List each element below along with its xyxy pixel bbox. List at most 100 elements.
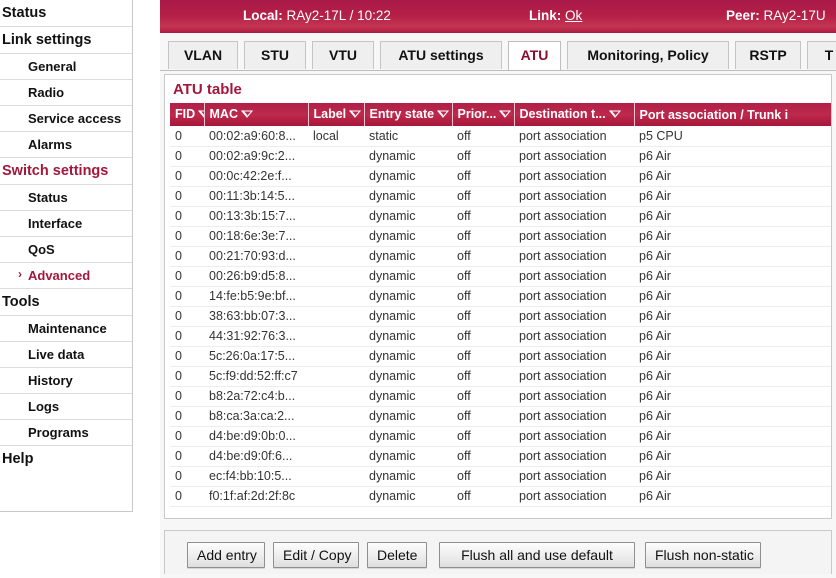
sidebar-item-switch-settings[interactable]: Switch settings [0, 158, 132, 185]
tab-atu-settings[interactable]: ATU settings [380, 41, 502, 69]
table-row[interactable]: 0 00:02:a9:9c:2... dynamic off port associat… [170, 146, 831, 167]
table-row[interactable]: 0 00:13:3b:15:7... dynamic off port associat… [170, 206, 831, 227]
table-row[interactable]: 0 00:11:3b:14:5... dynamic off port associat… [170, 186, 831, 207]
topbar-local-label: Local: [243, 8, 283, 23]
table-row[interactable]: 0 00:0c:42:2e:f... dynamic off port associat… [170, 166, 831, 187]
table-row[interactable]: 0 38:63:bb:07:3... dynamic off port associat… [170, 306, 831, 327]
cell-mac: 5c:26:0a:17:5... [204, 346, 308, 367]
table-row[interactable]: 0 00:02:a9:60:8... local static off port asso… [170, 126, 831, 147]
column-header-fid[interactable]: FID [170, 103, 205, 126]
column-header-state[interactable]: Entry state [364, 103, 453, 126]
sidebar-item-history[interactable]: History [0, 368, 132, 394]
cell-label [308, 206, 364, 227]
tab-label: Monitoring, Policy [587, 47, 709, 63]
tab-rstp[interactable]: RSTP [735, 41, 801, 69]
sidebar-item-live-data[interactable]: Live data [0, 342, 132, 368]
tab-atu[interactable]: ATU [508, 41, 561, 70]
column-header-label[interactable]: Label [308, 103, 365, 126]
sort-icon[interactable] [348, 108, 362, 122]
table-row[interactable]: 0 00:18:6e:3e:7... dynamic off port associat… [170, 226, 831, 247]
table-row[interactable]: 0 5c:f9:dd:52:ff:c7 dynamic off port associa… [170, 366, 831, 387]
cell-label [308, 386, 364, 407]
sidebar-item-label: Maintenance [28, 321, 107, 336]
sidebar-item-advanced[interactable]: › Advanced [0, 263, 132, 289]
action-button-bar: Add entry Edit / Copy Delete Flush all and … [164, 530, 832, 574]
sidebar-item-interface[interactable]: Interface [0, 211, 132, 237]
sidebar-item-alarms[interactable]: Alarms [0, 132, 132, 158]
topbar-peer: Peer: RAy2-17U [726, 8, 826, 23]
cell-label [308, 486, 364, 507]
tab-monitoring-policy[interactable]: Monitoring, Policy [567, 41, 729, 69]
flush-non-static-button[interactable]: Flush non-static [645, 542, 761, 568]
add-entry-button[interactable]: Add entry [187, 542, 265, 568]
column-header-label: Prior... [457, 107, 497, 121]
tab-vlan[interactable]: VLAN [168, 41, 238, 69]
edit-copy-button[interactable]: Edit / Copy [273, 542, 359, 568]
cell-port: p6 Air [634, 426, 831, 447]
sidebar-item-link-settings[interactable]: Link settings [0, 27, 132, 54]
table-row[interactable]: 0 5c:26:0a:17:5... dynamic off port associat… [170, 346, 831, 367]
cell-mac: 00:11:3b:14:5... [204, 186, 308, 207]
sidebar-item-status[interactable]: Status [0, 0, 132, 27]
sort-icon[interactable] [608, 108, 621, 122]
flush-all-and-use-default-button[interactable]: Flush all and use default [439, 542, 635, 568]
sidebar-item-status[interactable]: Status [0, 185, 132, 211]
cell-mac: d4:be:d9:0f:6... [204, 446, 308, 467]
column-header-dest[interactable]: Destination t... [514, 103, 635, 126]
sidebar-item-service-access[interactable]: Service access [0, 106, 132, 132]
sidebar-item-qos[interactable]: QoS [0, 237, 132, 263]
topbar-link-value[interactable]: Ok [565, 8, 582, 23]
sidebar-item-maintenance[interactable]: Maintenance [0, 316, 132, 342]
topbar-peer-label: Peer: [726, 8, 760, 23]
column-header-priority[interactable]: Prior... [452, 103, 515, 126]
cell-dest: port association [514, 146, 634, 167]
delete-button[interactable]: Delete [367, 542, 427, 568]
column-header-port[interactable]: Port association / Trunk i [634, 103, 831, 126]
table-row[interactable]: 0 d4:be:d9:0f:6... dynamic off port associat… [170, 446, 831, 467]
table-row[interactable]: 0 ec:f4:bb:10:5... dynamic off port associat… [170, 466, 831, 487]
cell-state: dynamic [364, 286, 452, 307]
topbar-link: Link: Ok [529, 8, 582, 23]
sidebar-item-help[interactable]: Help [0, 446, 132, 472]
table-row[interactable]: 0 b8:ca:3a:ca:2... dynamic off port associat… [170, 406, 831, 427]
sidebar-item-radio[interactable]: Radio [0, 80, 132, 106]
sidebar-item-label: Interface [28, 216, 83, 231]
tab-bar: VLAN STU VTU ATU settings ATU Monitoring, Pol… [160, 41, 836, 71]
tab-vtu[interactable]: VTU [312, 41, 374, 69]
cell-label [308, 286, 364, 307]
sort-icon[interactable] [436, 108, 450, 122]
cell-dest: port association [514, 466, 634, 487]
table-row[interactable]: 0 44:31:92:76:3... dynamic off port associat… [170, 326, 831, 347]
column-header-mac[interactable]: MAC [204, 103, 309, 126]
cell-mac: 00:18:6e:3e:7... [204, 226, 308, 247]
table-row[interactable]: 0 14:fe:b5:9e:bf... dynamic off port associa… [170, 286, 831, 307]
table-row[interactable]: 0 d4:be:d9:0b:0... dynamic off port associat… [170, 426, 831, 447]
cell-dest: port association [514, 286, 634, 307]
column-header-label: Port association / Trunk i [639, 107, 789, 122]
cell-state: dynamic [364, 166, 452, 187]
sidebar-item-tools[interactable]: Tools [0, 289, 132, 316]
main-area: Local: RAy2-17L / 10:22 Link: Ok Peer: R… [160, 0, 836, 578]
sidebar-item-logs[interactable]: Logs [0, 394, 132, 420]
cell-dest: port association [514, 326, 634, 347]
tab-stu[interactable]: STU [244, 41, 306, 69]
cell-state: dynamic [364, 386, 452, 407]
cell-fid: 0 [170, 166, 204, 187]
table-row[interactable]: 0 00:26:b9:d5:8... dynamic off port associat… [170, 266, 831, 287]
table-row[interactable]: 0 b8:2a:72:c4:b... dynamic off port associat… [170, 386, 831, 407]
tab-t[interactable]: T [807, 41, 836, 69]
cell-port: p6 Air [634, 226, 831, 247]
column-header-label: MAC [209, 107, 238, 121]
cell-port: p6 Air [634, 266, 831, 287]
table-row[interactable]: 0 f0:1f:af:2d:2f:8c dynamic off port associa… [170, 486, 831, 507]
sort-icon[interactable] [499, 108, 512, 122]
sidebar-item-programs[interactable]: Programs [0, 420, 132, 446]
sidebar-item-general[interactable]: General [0, 54, 132, 80]
cell-mac: 14:fe:b5:9e:bf... [204, 286, 308, 307]
sort-icon[interactable] [240, 108, 254, 122]
button-label: Add entry [197, 547, 257, 563]
cell-dest: port association [514, 206, 634, 227]
table-scroll-area[interactable]: FID MAC Label Entry state Prior... Destinatio… [170, 103, 831, 515]
cell-label: local [308, 126, 364, 147]
table-row[interactable]: 0 00:21:70:93:d... dynamic off port associat… [170, 246, 831, 267]
